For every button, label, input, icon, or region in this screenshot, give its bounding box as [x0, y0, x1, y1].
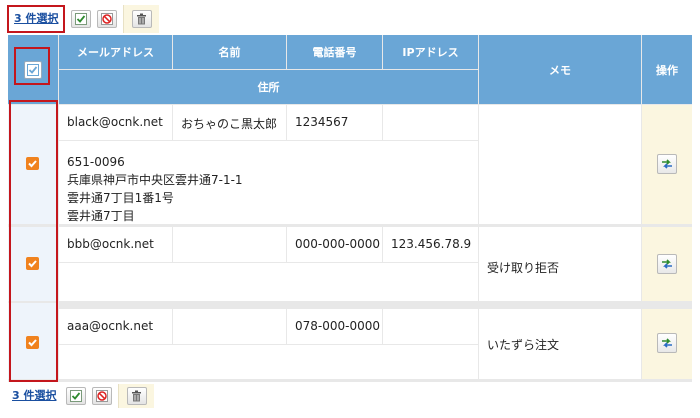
- checkbox-check-icon: [28, 260, 37, 268]
- checkbox-check-icon: [28, 160, 37, 168]
- uncheck-all-button-bottom[interactable]: [92, 387, 113, 405]
- header-email: メールアドレス: [59, 35, 172, 69]
- check-all-button-bottom[interactable]: [66, 387, 87, 405]
- header-name: 名前: [173, 35, 286, 69]
- row-2-edit-button[interactable]: [657, 254, 677, 274]
- selected-count-link[interactable]: 3 件選択: [7, 5, 66, 33]
- row-1-email: black@ocnk.net: [59, 105, 172, 140]
- bottom-toolbar: 3 件選択: [8, 384, 155, 408]
- top-toolbar: 3 件選択: [7, 5, 160, 33]
- row-2-email: bbb@ocnk.net: [59, 227, 172, 262]
- row-3-memo: いたずら注文: [479, 309, 641, 379]
- row-3-phone: 078-000-0000: [287, 309, 382, 344]
- row-2-name: [173, 227, 286, 262]
- row-3-address: [59, 345, 478, 379]
- row-1-memo: [479, 105, 641, 224]
- trash-icon: [137, 13, 147, 25]
- row-3-select-cell: [8, 303, 58, 379]
- delete-area-bottom: [118, 384, 155, 408]
- row-1-name: おちゃのこ黒太郎: [173, 105, 286, 140]
- header-ip: IPアドレス: [383, 35, 478, 69]
- row-2-memo: 受け取り拒否: [479, 227, 641, 301]
- select-all-checkbox[interactable]: [24, 60, 42, 79]
- row-2-address: [59, 263, 478, 301]
- edit-arrows-icon: [662, 159, 672, 169]
- header-memo: メモ: [479, 35, 641, 104]
- row-2-ip: 123.456.78.9: [383, 227, 478, 262]
- header-actions: 操作: [642, 35, 692, 104]
- row-1-edit-button[interactable]: [657, 154, 677, 174]
- row-1-select-cell: [8, 105, 58, 224]
- row-2-select-cell: [8, 227, 58, 301]
- row-2-checkbox[interactable]: [26, 257, 39, 270]
- header-address: 住所: [59, 70, 478, 104]
- check-all-button[interactable]: [71, 10, 92, 28]
- trash-icon: [132, 390, 142, 402]
- delete-button[interactable]: [131, 10, 152, 28]
- customer-table: メールアドレス 名前 電話番号 IPアドレス メモ 操作 住所 black@oc…: [8, 35, 692, 382]
- uncheck-all-icon: [96, 390, 109, 402]
- edit-arrows-icon: [662, 338, 672, 348]
- row-3-actions: [642, 309, 692, 379]
- row-1-phone: 1234567: [287, 105, 382, 140]
- select-all-header: [8, 35, 58, 104]
- row-1-actions: [642, 105, 692, 224]
- header-phone: 電話番号: [287, 35, 382, 69]
- row-1-checkbox[interactable]: [26, 157, 39, 170]
- row-3-email: aaa@ocnk.net: [59, 309, 172, 344]
- check-all-icon: [70, 390, 83, 402]
- checkbox-check-icon: [27, 63, 39, 76]
- row-3-ip: [383, 309, 478, 344]
- check-all-icon: [75, 13, 88, 25]
- row-2-actions: [642, 227, 692, 301]
- selected-count-link-bottom[interactable]: 3 件選択: [8, 385, 60, 407]
- row-3-checkbox[interactable]: [26, 336, 39, 349]
- uncheck-all-button[interactable]: [97, 10, 118, 28]
- edit-arrows-icon: [662, 259, 672, 269]
- row-3-name: [173, 309, 286, 344]
- row-3-edit-button[interactable]: [657, 333, 677, 353]
- checkbox-check-icon: [28, 339, 37, 347]
- uncheck-all-icon: [101, 13, 114, 25]
- row-1-ip: [383, 105, 478, 140]
- delete-area: [123, 5, 160, 33]
- delete-button-bottom[interactable]: [126, 387, 147, 405]
- row-1-address: 651-0096 兵庫県神戸市中央区雲井通7-1-1 雲井通7丁目1番1号 雲井…: [59, 141, 478, 224]
- row-2-phone: 000-000-0000: [287, 227, 382, 262]
